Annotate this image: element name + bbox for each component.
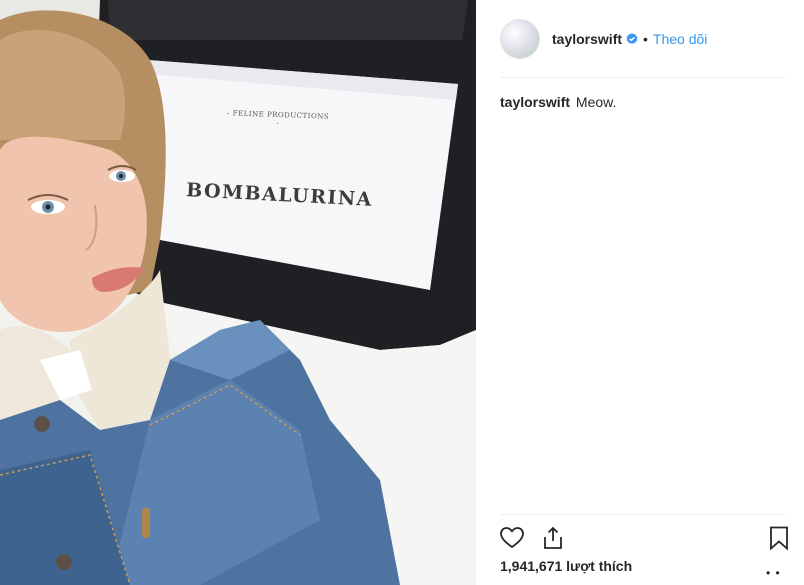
photo-illustration [0, 0, 476, 585]
verified-badge-icon [626, 32, 638, 44]
caption-text: Meow. [575, 94, 617, 110]
avatar[interactable] [500, 18, 540, 59]
caption-username[interactable]: taylorswift [500, 94, 570, 110]
header-separator: • [643, 30, 648, 47]
share-icon[interactable] [540, 525, 566, 551]
post-photo[interactable]: - FELINE PRODUCTIONS - BOMBALURINA [0, 0, 476, 585]
bookmark-icon[interactable] [766, 525, 792, 551]
likes-count[interactable]: 1,941,671 lượt thích [500, 558, 632, 574]
caption: taylorswift Meow. [500, 93, 786, 111]
header-username[interactable]: taylorswift [552, 31, 622, 47]
more-indicator: • • [766, 566, 781, 580]
post-header: taylorswift • Theo dõi [500, 0, 786, 78]
heart-icon[interactable] [499, 525, 525, 551]
action-bar [499, 514, 788, 562]
follow-button[interactable]: Theo dõi [653, 31, 707, 47]
post-sidebar: taylorswift • Theo dõi taylorswift Meow. [476, 0, 804, 585]
